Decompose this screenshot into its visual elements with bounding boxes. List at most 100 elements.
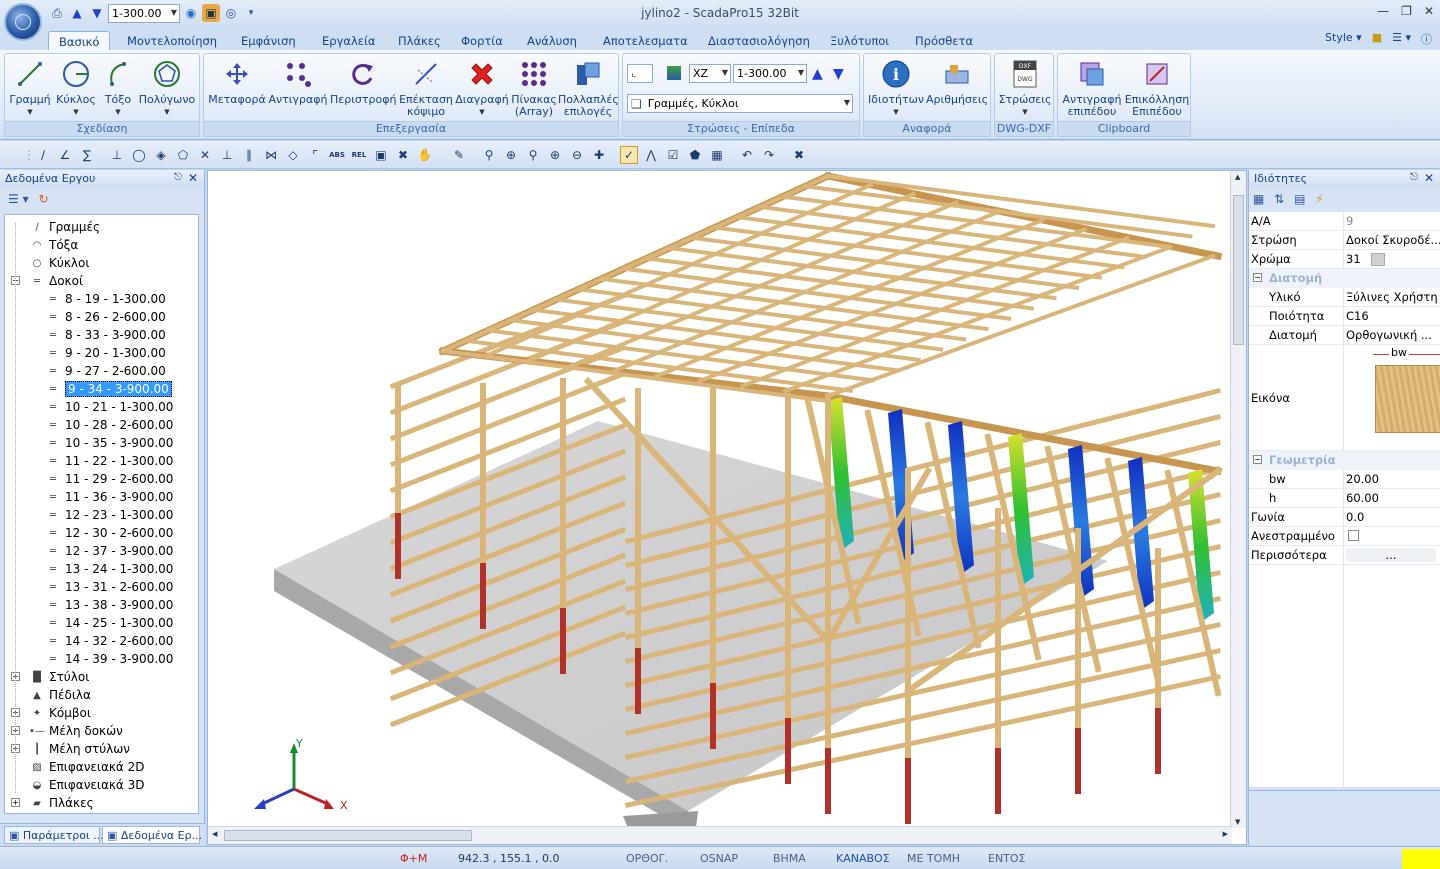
tab-slabs[interactable]: Πλάκες [388,31,451,50]
tree-item[interactable]: ┃ Μέλη στύλων [29,740,130,758]
tab-basic[interactable]: Βασικό [48,31,111,50]
tree-item[interactable]: ═ 12 - 37 - 3-900.00 [45,542,173,560]
circle-button[interactable]: Κύκλος ▼ [55,58,97,118]
abs-coords-icon[interactable]: ABS [328,146,346,164]
prop-row-h[interactable]: h 60.00 [1249,489,1440,508]
status-phi-m[interactable]: Φ+Μ [400,852,427,865]
expand-icon[interactable]: + [11,798,20,807]
clear-snap-icon[interactable]: ✖ [394,146,412,164]
tab-analysis[interactable]: Ανάλυση [517,31,587,50]
zoom-window-icon[interactable]: ⚲ [480,146,498,164]
tree-item[interactable]: █ Στύλοι [29,668,89,686]
refresh-icon[interactable]: ↻ [38,192,48,206]
pan-icon[interactable]: ✚ [590,146,608,164]
undo-icon[interactable]: ↶ [738,146,756,164]
status-inside[interactable]: ΕΝΤΟΣ [988,852,1026,865]
rel-coords-icon[interactable]: REL [350,146,368,164]
tree-item[interactable]: ▰ Πλάκες [29,794,94,812]
tab-tools[interactable]: Εργαλεία [312,31,385,50]
close-icon[interactable]: ✕ [188,171,198,185]
tree-item[interactable]: ═ 13 - 24 - 1-300.00 [45,560,173,578]
collapse-icon[interactable]: − [1253,273,1262,282]
help-icon[interactable]: ⓘ [1421,31,1432,47]
prop-row-bw[interactable]: bw 20.00 [1249,470,1440,489]
numbering-button[interactable]: Αριθμήσεις [926,58,988,106]
events-icon[interactable]: ⚡ [1315,192,1323,206]
draw-line-icon[interactable]: ∕ [34,146,52,164]
prop-row-image[interactable]: Εικόνα bw [1249,345,1440,451]
level-combo[interactable]: 1-300.00 ▼ [733,64,807,83]
restore-icon[interactable]: ❐ [1401,4,1412,18]
zoom-in-icon[interactable]: ⊕ [502,146,520,164]
tree-item[interactable]: ═ 11 - 22 - 1-300.00 [45,452,173,470]
tree-item[interactable]: ═ 8 - 19 - 1-300.00 [45,290,166,308]
level-up-icon[interactable]: ▲ [812,66,823,82]
close-icon[interactable]: ✕ [1424,4,1434,18]
tab-addons[interactable]: Πρόσθετα [905,31,983,50]
prop-row-angle[interactable]: Γωνία 0.0 [1249,508,1440,527]
tree-item[interactable]: ═ 11 - 36 - 3-900.00 [45,488,173,506]
status-step[interactable]: ΒΗΜΑ [773,852,806,865]
tangent-icon[interactable]: ◈ [152,146,170,164]
tab-formwork[interactable]: Ξυλότυποι [820,31,899,50]
snap-cross-icon[interactable]: ⋈ [262,146,280,164]
tree-item[interactable]: ▨ Επιφανειακά 2D [29,758,144,776]
redo-icon[interactable]: ↷ [760,146,778,164]
polygon-button[interactable]: Πολύγωνο ▼ [137,58,197,118]
line-button[interactable]: Γραμμή ▼ [9,58,51,118]
tree-item[interactable]: ═ 8 - 33 - 3-900.00 [45,326,166,344]
parallel-icon[interactable]: ∥ [240,146,258,164]
array-button[interactable]: Πίνακας (Array) [510,58,558,118]
tab-loads[interactable]: Φορτία [451,31,513,50]
application-menu-button[interactable] [4,3,42,41]
tree-item[interactable]: ◠ Τόξα [29,236,79,254]
prop-row-more[interactable]: Περισσότερα ... [1249,546,1440,565]
prop-row-material[interactable]: Υλικό Ξύλινες Χρήστη [1249,288,1440,307]
tree-item[interactable]: ═ 9 - 20 - 1-300.00 [45,344,166,362]
prop-row-inverted[interactable]: Ανεστραμμένο [1249,527,1440,546]
vertical-scroll-thumb[interactable] [1233,195,1244,345]
prop-row-color[interactable]: Χρώμα 31 [1249,250,1440,269]
checkbox-icon[interactable]: ☑ [664,146,682,164]
tree-item[interactable]: •— Μέλη δοκών [29,722,123,740]
status-osnap[interactable]: OSNAP [700,852,738,865]
arc-button[interactable]: Τόξο ▼ [101,58,135,118]
minimize-icon[interactable]: — [1377,4,1389,18]
delete-button[interactable]: Διαγραφή ▼ [454,58,510,118]
color-swatch[interactable] [1371,253,1385,266]
scroll-right-icon[interactable]: ▶ [1223,830,1228,838]
collapse-icon[interactable]: − [1253,455,1262,464]
zoom-extents-icon[interactable]: ⊕ [546,146,564,164]
quadrant-icon[interactable]: ⬠ [174,146,192,164]
cancel-icon[interactable]: ✖ [790,146,808,164]
tab-results[interactable]: Αποτελεσματα [593,31,698,50]
hand-icon[interactable]: ✋ [416,146,434,164]
scroll-down-icon[interactable]: ▼ [1235,818,1240,826]
tree-item[interactable]: ∕ Γραμμές [29,218,100,236]
tree-item[interactable]: ═ 9 - 27 - 2-600.00 [45,362,166,380]
status-ortho[interactable]: ΟΡΘΟΓ. [626,852,668,865]
3d-model-render[interactable] [208,171,1232,828]
vertical-scrollbar[interactable]: ▲ ▼ [1230,171,1246,828]
tree-view-icon[interactable]: ☰ ▾ [8,192,29,206]
tree-item[interactable]: ✦ Κόμβοι [29,704,91,722]
dwg-layers-button[interactable]: DXF DWG Στρώσεις ▼ [997,58,1053,118]
tree-item[interactable]: ▲ Πέδιλα [29,686,91,704]
copy-button[interactable]: Αντιγραφή [268,58,328,106]
tab-design[interactable]: Διαστασιολόγηση [698,31,820,50]
tree-item[interactable]: ═ 8 - 26 - 2-600.00 [45,308,166,326]
categorized-icon[interactable]: ▦ [1253,192,1264,206]
move-button[interactable]: Μεταφορά [208,58,266,106]
prop-row-aa[interactable]: A/A 9 [1249,212,1440,231]
center-icon[interactable]: ◯ [130,146,148,164]
lock-icon[interactable]: ■ [1372,31,1382,47]
tree-item[interactable]: ═ 11 - 29 - 2-600.00 [45,470,173,488]
intersection-icon[interactable]: ✕ [196,146,214,164]
window-select-icon[interactable]: ▣ [372,146,390,164]
pin-icon[interactable]: ⎋ [174,172,182,183]
prop-row-layer[interactable]: Στρώση Δοκοί Σκυροδέ... [1249,231,1440,250]
plane-combo[interactable]: XZ ▼ [689,64,731,83]
graph-icon[interactable]: ⋀ [642,146,660,164]
tree-item[interactable]: ═ 9 - 34 - 3-900.00 [45,380,172,398]
list-icon[interactable]: ☰ ▾ [1392,31,1411,47]
